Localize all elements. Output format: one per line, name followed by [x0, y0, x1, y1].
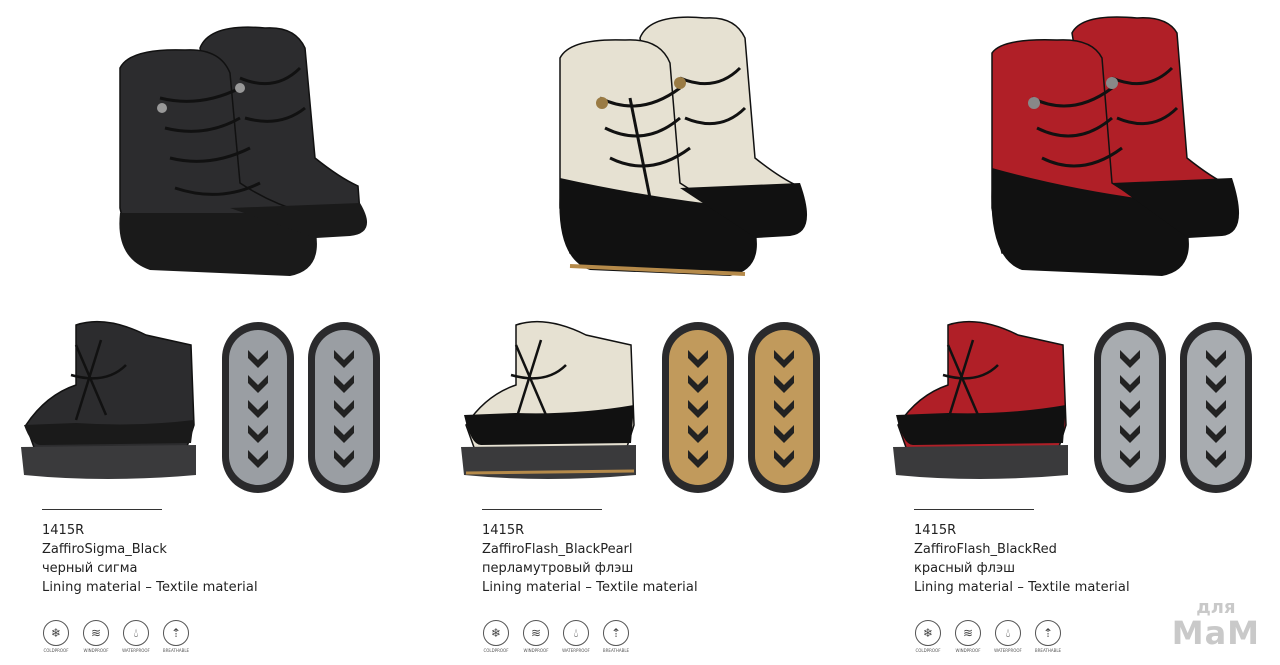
- sole-illustration: [1094, 322, 1166, 493]
- sole-illustration: [308, 322, 380, 493]
- feature-coldproof: ❄ COLDPROOF: [914, 620, 942, 653]
- product-lining: Lining material – Textile material: [914, 580, 1130, 595]
- sole-illustration: [222, 322, 294, 493]
- feature-icons: ❄ COLDPROOF ≋ WINDPROOF 💧︎ WATERPROOF ⇡ BREA…: [914, 620, 1062, 653]
- product-code: 1415R: [914, 523, 957, 538]
- product-info: 1415R ZaffiroFlash_BlackPearl перламутро…: [482, 521, 698, 597]
- sole-left-photo: [658, 320, 738, 495]
- water-drop-icon: 💧︎: [563, 620, 589, 646]
- boot-side-photo: [456, 315, 646, 487]
- sole-illustration: [1180, 322, 1252, 493]
- boot-side-photo: [888, 315, 1078, 487]
- boot-side-illustration: [893, 320, 1068, 479]
- boot-pair-illustration: [559, 16, 808, 276]
- product-lining: Lining material – Textile material: [482, 580, 698, 595]
- product-code: 1415R: [482, 523, 525, 538]
- feature-breathable: ⇡ BREATHABLE: [162, 620, 190, 653]
- sole-right-photo: [304, 320, 384, 495]
- sole-illustration: [748, 322, 820, 493]
- feature-waterproof: 💧︎ WATERPROOF: [994, 620, 1022, 653]
- product-model: ZaffiroFlash_BlackRed: [914, 542, 1057, 557]
- breathable-icon: ⇡: [603, 620, 629, 646]
- sole-left-photo: [218, 320, 298, 495]
- water-drop-icon: 💧︎: [995, 620, 1021, 646]
- divider: [914, 509, 1034, 510]
- feature-coldproof: ❄ COLDPROOF: [482, 620, 510, 653]
- divider: [482, 509, 602, 510]
- snowflake-icon: ❄: [43, 620, 69, 646]
- boot-pair-illustration: [119, 26, 368, 276]
- feature-icons: ❄ COLDPROOF ≋ WINDPROOF 💧︎ WATERPROOF ⇡ BREA…: [42, 620, 190, 653]
- product-color-name: черный сигма: [42, 561, 138, 576]
- feature-windproof: ≋ WINDPROOF: [82, 620, 110, 653]
- feature-breathable: ⇡ BREATHABLE: [602, 620, 630, 653]
- feature-icons: ❄ COLDPROOF ≋ WINDPROOF 💧︎ WATERPROOF ⇡ BREA…: [482, 620, 630, 653]
- divider: [42, 509, 162, 510]
- feature-waterproof: 💧︎ WATERPROOF: [562, 620, 590, 653]
- product-code: 1415R: [42, 523, 85, 538]
- product-lining: Lining material – Textile material: [42, 580, 258, 595]
- product-card: 1415R ZaffiroFlash_BlackPearl перламутро…: [440, 0, 860, 665]
- sole-right-photo: [744, 320, 824, 495]
- sole-right-photo: [1176, 320, 1256, 495]
- watermark-logo: для МаМ: [1171, 597, 1260, 652]
- boot-side-photo: [16, 315, 206, 487]
- feature-waterproof: 💧︎ WATERPROOF: [122, 620, 150, 653]
- snowflake-icon: ❄: [915, 620, 941, 646]
- boot-pair-photo: [90, 8, 390, 293]
- boot-side-illustration: [21, 320, 196, 479]
- feature-windproof: ≋ WINDPROOF: [954, 620, 982, 653]
- feature-coldproof: ❄ COLDPROOF: [42, 620, 70, 653]
- product-card: 1415R ZaffiroFlash_BlackRed красный флэш…: [872, 0, 1280, 665]
- feature-breathable: ⇡ BREATHABLE: [1034, 620, 1062, 653]
- breathable-icon: ⇡: [163, 620, 189, 646]
- breathable-icon: ⇡: [1035, 620, 1061, 646]
- snowflake-icon: ❄: [483, 620, 509, 646]
- product-info: 1415R ZaffiroFlash_BlackRed красный флэш…: [914, 521, 1130, 597]
- boot-side-illustration: [461, 320, 636, 479]
- product-color-name: красный флэш: [914, 561, 1016, 576]
- sole-illustration: [662, 322, 734, 493]
- wind-icon: ≋: [523, 620, 549, 646]
- sole-left-photo: [1090, 320, 1170, 495]
- product-model: ZaffiroSigma_Black: [42, 542, 167, 557]
- product-info: 1415R ZaffiroSigma_Black черный сигма Li…: [42, 521, 258, 597]
- boot-pair-photo: [530, 8, 830, 293]
- boot-pair-photo: [962, 8, 1262, 293]
- product-model: ZaffiroFlash_BlackPearl: [482, 542, 633, 557]
- product-card: 1415R ZaffiroSigma_Black черный сигма Li…: [0, 0, 420, 665]
- wind-icon: ≋: [955, 620, 981, 646]
- product-color-name: перламутровый флэш: [482, 561, 634, 576]
- feature-windproof: ≋ WINDPROOF: [522, 620, 550, 653]
- boot-pair-illustration: [991, 16, 1240, 276]
- water-drop-icon: 💧︎: [123, 620, 149, 646]
- wind-icon: ≋: [83, 620, 109, 646]
